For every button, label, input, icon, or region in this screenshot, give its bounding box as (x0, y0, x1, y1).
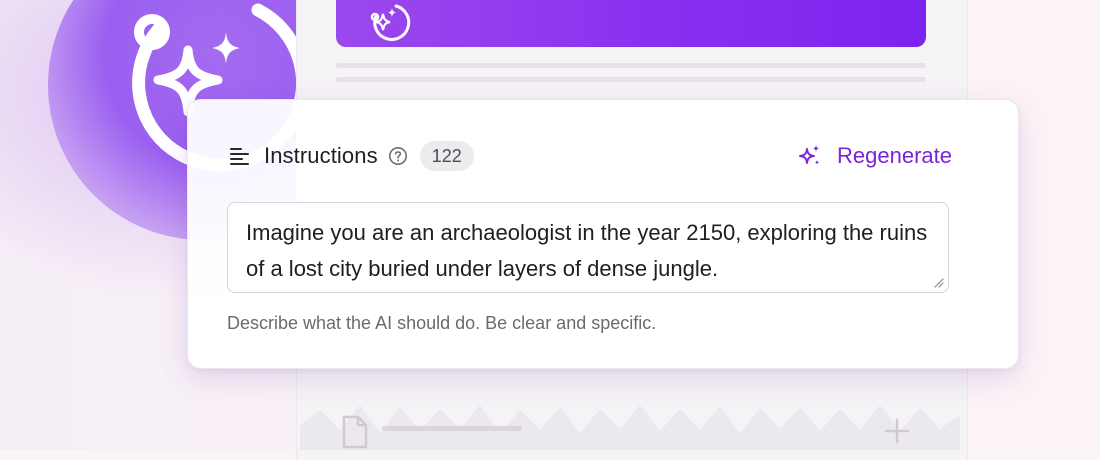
instructions-card: Instructions 122 Regenerate Imagine you … (187, 99, 1019, 369)
card-header: Instructions 122 Regenerate (228, 140, 952, 172)
header-banner (336, 0, 926, 47)
document-icon (342, 415, 368, 449)
menu-lines-icon (230, 148, 249, 165)
question-circle-icon[interactable] (388, 146, 408, 166)
sparkles-icon (799, 145, 820, 165)
sparkles-orbit-icon (370, 4, 411, 41)
skeleton-waveform (300, 405, 960, 450)
section-title: Instructions (264, 143, 378, 168)
helper-text: Describe what the AI should do. Be clear… (227, 313, 657, 333)
resize-handle-icon[interactable] (932, 276, 944, 288)
skeleton-line (336, 77, 926, 82)
instructions-textarea[interactable]: Imagine you are an archaeologist in the … (227, 202, 949, 293)
skeleton-line (382, 426, 522, 431)
regenerate-button[interactable]: Regenerate (797, 143, 952, 169)
regenerate-label: Regenerate (837, 143, 952, 168)
char-count-badge: 122 (419, 141, 474, 171)
plus-icon (884, 418, 910, 444)
skeleton-line (336, 63, 926, 68)
instructions-value: Imagine you are an archaeologist in the … (246, 220, 928, 281)
